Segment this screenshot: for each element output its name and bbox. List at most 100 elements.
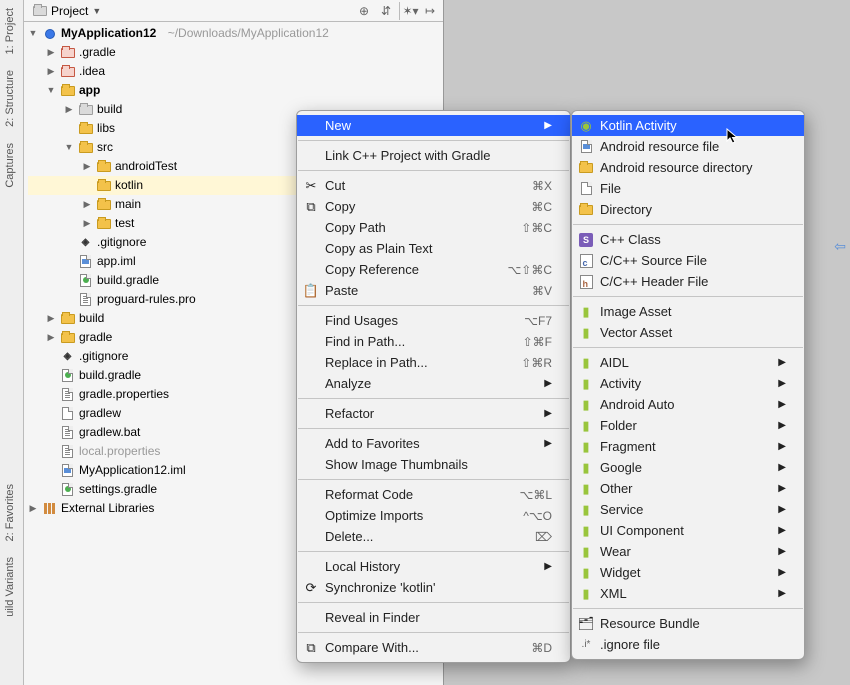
menu-label: Delete...: [325, 529, 373, 544]
menu-copy-ref[interactable]: Copy Reference⌥⇧⌘C: [297, 259, 570, 280]
expand-icon[interactable]: ▶: [46, 328, 56, 347]
expand-icon[interactable]: ▶: [82, 214, 92, 233]
menu-copy[interactable]: ⧉Copy⌘C: [297, 196, 570, 217]
menu-directory[interactable]: Directory: [572, 199, 804, 220]
menu-optimize[interactable]: Optimize Imports^⌥O: [297, 505, 570, 526]
nav-arrow-icon[interactable]: ⇦: [834, 238, 846, 255]
menu-copy-path[interactable]: Copy Path⇧⌘C: [297, 217, 570, 238]
collapse-all-button[interactable]: ⇵: [377, 2, 395, 20]
menu-refactor[interactable]: Refactor▶: [297, 403, 570, 424]
panel-title: Project: [51, 4, 88, 18]
tree-node-app[interactable]: ▼app: [28, 81, 443, 100]
menu-folder[interactable]: ▮Folder▶: [572, 415, 804, 436]
submenu-arrow-icon: ▶: [544, 378, 552, 389]
menu-ui-component[interactable]: ▮UI Component▶: [572, 520, 804, 541]
menu-find-usages[interactable]: Find Usages⌥F7: [297, 310, 570, 331]
menu-fragment[interactable]: ▮Fragment▶: [572, 436, 804, 457]
menu-separator: [573, 347, 803, 348]
menu-new[interactable]: New▶: [297, 115, 570, 136]
shortcut-label: ⌥F7: [500, 314, 552, 328]
locate-button[interactable]: ⊕: [355, 2, 373, 20]
expand-icon[interactable]: ▶: [82, 157, 92, 176]
menu-label: Activity: [600, 376, 641, 391]
expand-icon[interactable]: ▶: [46, 309, 56, 328]
file-icon: [578, 181, 594, 197]
menu-label: Optimize Imports: [325, 508, 423, 523]
expand-icon[interactable]: ▶: [28, 499, 38, 518]
rail-build-variants[interactable]: uild Variants: [0, 549, 20, 625]
menu-other[interactable]: ▮Other▶: [572, 478, 804, 499]
menu-cpp-header[interactable]: C/C++ Header File: [572, 271, 804, 292]
expand-icon[interactable]: ▼: [64, 138, 74, 157]
menu-compare[interactable]: ⧉Compare With...⌘D: [297, 637, 570, 658]
menu-file[interactable]: File: [572, 178, 804, 199]
menu-vector-asset[interactable]: ▮Vector Asset: [572, 322, 804, 343]
expand-icon[interactable]: ▼: [46, 81, 56, 100]
menu-replace-in-path[interactable]: Replace in Path...⇧⌘R: [297, 352, 570, 373]
rail-favorites[interactable]: 2: Favorites: [0, 476, 20, 549]
expand-icon[interactable]: ▶: [64, 100, 74, 119]
expand-icon[interactable]: ▼: [28, 24, 38, 43]
rail-project[interactable]: 1: Project: [0, 0, 20, 62]
menu-label: Folder: [600, 418, 637, 433]
menu-reformat[interactable]: Reformat Code⌥⌘L: [297, 484, 570, 505]
menu-wear[interactable]: ▮Wear▶: [572, 541, 804, 562]
menu-resource-bundle[interactable]: 🗂Resource Bundle: [572, 613, 804, 634]
rail-structure[interactable]: 2: Structure: [0, 62, 20, 135]
node-label: libs: [97, 119, 115, 138]
menu-link-cpp[interactable]: Link C++ Project with Gradle: [297, 145, 570, 166]
rail-captures[interactable]: Captures: [0, 135, 20, 196]
menu-kotlin-activity[interactable]: ◉Kotlin Activity: [572, 115, 804, 136]
menu-label: Replace in Path...: [325, 355, 428, 370]
android-icon: ▮: [578, 460, 594, 476]
hide-button[interactable]: ↦: [421, 2, 439, 20]
menu-android-auto[interactable]: ▮Android Auto▶: [572, 394, 804, 415]
menu-android-res-dir[interactable]: Android resource directory: [572, 157, 804, 178]
menu-ignore-file[interactable]: .i*.ignore file: [572, 634, 804, 655]
menu-copy-plain[interactable]: Copy as Plain Text: [297, 238, 570, 259]
menu-local-history[interactable]: Local History▶: [297, 556, 570, 577]
menu-delete[interactable]: Delete...⌦: [297, 526, 570, 547]
clipboard-icon: 📋: [303, 283, 319, 299]
menu-image-asset[interactable]: ▮Image Asset: [572, 301, 804, 322]
menu-analyze[interactable]: Analyze▶: [297, 373, 570, 394]
file-icon: [578, 139, 594, 155]
submenu-arrow-icon: ▶: [544, 408, 552, 419]
menu-cpp-source[interactable]: C/C++ Source File: [572, 250, 804, 271]
menu-xml[interactable]: ▮XML▶: [572, 583, 804, 604]
menu-add-favorites[interactable]: Add to Favorites▶: [297, 433, 570, 454]
menu-separator: [298, 602, 569, 603]
folder-icon: [60, 46, 75, 59]
expand-icon[interactable]: ▶: [46, 62, 56, 81]
shortcut-label: ⌘C: [507, 200, 552, 214]
menu-paste[interactable]: 📋Paste⌘V: [297, 280, 570, 301]
menu-cut[interactable]: ✂Cut⌘X: [297, 175, 570, 196]
menu-reveal-finder[interactable]: Reveal in Finder: [297, 607, 570, 628]
menu-separator: [298, 428, 569, 429]
menu-synchronize[interactable]: ⟳Synchronize 'kotlin': [297, 577, 570, 598]
node-label: app.iml: [97, 252, 136, 271]
menu-label: Image Asset: [600, 304, 672, 319]
menu-label: Copy Reference: [325, 262, 419, 277]
menu-service[interactable]: ▮Service▶: [572, 499, 804, 520]
expand-icon[interactable]: ▶: [82, 195, 92, 214]
android-icon: ▮: [578, 565, 594, 581]
project-view-combo[interactable]: Project ▼: [28, 4, 105, 18]
menu-find-in-path[interactable]: Find in Path...⇧⌘F: [297, 331, 570, 352]
tree-node-idea[interactable]: ▶.idea: [28, 62, 443, 81]
expand-icon[interactable]: ▶: [46, 43, 56, 62]
folder-icon: [60, 65, 75, 78]
file-icon: [60, 426, 75, 439]
tree-node-gradle[interactable]: ▶.gradle: [28, 43, 443, 62]
node-path: ~/Downloads/MyApplication12: [168, 24, 329, 43]
menu-cpp-class[interactable]: SC++ Class: [572, 229, 804, 250]
settings-button[interactable]: ✶▾: [399, 2, 417, 20]
menu-aidl[interactable]: ▮AIDL▶: [572, 352, 804, 373]
menu-activity[interactable]: ▮Activity▶: [572, 373, 804, 394]
tree-root[interactable]: ▼ MyApplication12 ~/Downloads/MyApplicat…: [28, 24, 443, 43]
node-label: .gitignore: [97, 233, 146, 252]
menu-widget[interactable]: ▮Widget▶: [572, 562, 804, 583]
menu-google[interactable]: ▮Google▶: [572, 457, 804, 478]
menu-android-res-file[interactable]: Android resource file: [572, 136, 804, 157]
menu-show-thumbs[interactable]: Show Image Thumbnails: [297, 454, 570, 475]
